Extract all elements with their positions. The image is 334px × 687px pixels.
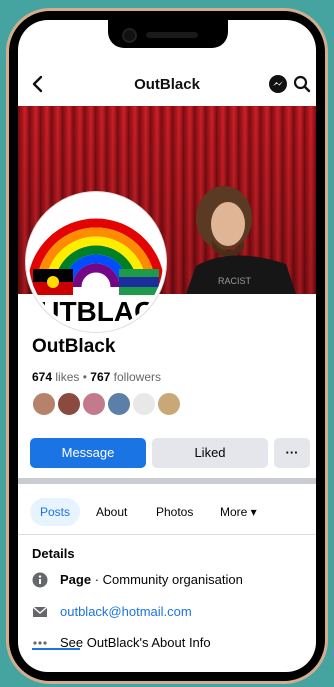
speaker (146, 32, 198, 38)
avatar-logo-text: OUTBLACK (29, 296, 163, 327)
message-button[interactable]: Message (30, 438, 146, 468)
email-link[interactable]: outblack@hotmail.com (60, 602, 192, 622)
friend-avatar[interactable] (132, 392, 156, 416)
profile-name: OutBlack (32, 336, 116, 357)
likes-count: 674 (32, 370, 53, 384)
scroll-indicator (32, 648, 80, 650)
page-type-prefix: Page (60, 572, 92, 587)
followers-label: followers (113, 370, 162, 384)
messenger-icon[interactable] (268, 74, 288, 94)
tab-more[interactable]: More ▾ (210, 498, 267, 526)
friend-avatars[interactable] (32, 392, 182, 418)
search-icon[interactable] (292, 74, 312, 94)
page-type-value: · Community organisation (91, 572, 243, 587)
profile-tabs: Posts About Photos More ▾ (18, 490, 316, 535)
friend-avatar[interactable] (107, 392, 131, 416)
tab-about[interactable]: About (86, 498, 137, 526)
notch (108, 20, 228, 48)
friend-avatar[interactable] (82, 392, 106, 416)
friend-avatar[interactable] (32, 392, 56, 416)
more-options-button[interactable]: ··· (274, 438, 310, 468)
mail-icon (32, 604, 48, 620)
liked-button[interactable]: Liked (152, 438, 268, 468)
friend-avatar[interactable] (57, 392, 81, 416)
likes-label: likes (55, 370, 80, 384)
camera (122, 28, 137, 43)
tab-photos[interactable]: Photos (146, 498, 203, 526)
followers-count: 767 (90, 370, 111, 384)
see-about-link[interactable]: See OutBlack's About Info (60, 633, 211, 653)
stats-separator: • (82, 370, 87, 384)
svg-text:RACIST: RACIST (218, 276, 252, 286)
cover-person: RACIST (186, 186, 296, 294)
profile-stats[interactable]: 674 likes • 767 followers (32, 370, 161, 384)
top-nav: OutBlack (18, 64, 316, 104)
profile-avatar[interactable]: OUTBLACK (26, 192, 166, 332)
app-screen: OutBlack RACIST UTBLAC OutBlack 674 like… (18, 20, 316, 672)
tab-posts[interactable]: Posts (30, 498, 81, 526)
details-heading: Details (32, 546, 75, 561)
friend-avatar[interactable] (157, 392, 181, 416)
section-divider (18, 478, 316, 484)
info-icon (32, 572, 48, 588)
